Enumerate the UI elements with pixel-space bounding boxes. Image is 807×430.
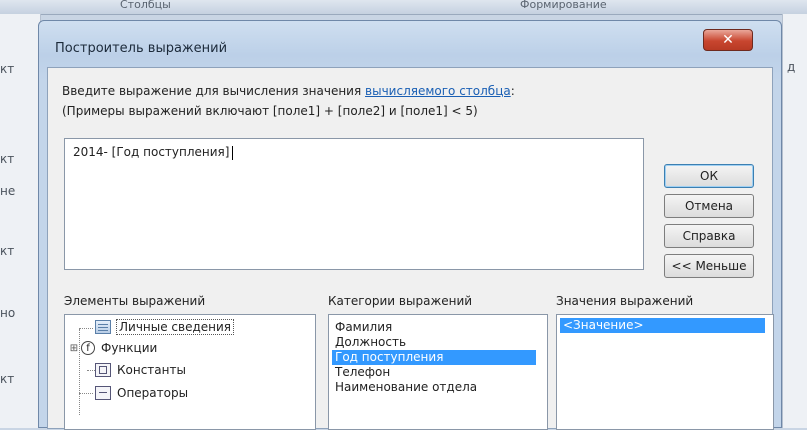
background-side-item: кт bbox=[0, 372, 15, 386]
tree-connector bbox=[79, 328, 93, 329]
categories-list[interactable]: Фамилия Должность Год поступления Телефо… bbox=[328, 314, 548, 430]
elements-tree[interactable]: Личные сведения ⊞ f Функции Константы Оп… bbox=[64, 314, 316, 430]
tree-connector bbox=[79, 393, 93, 394]
background-ribbon: Столбцы Формирование bbox=[0, 0, 807, 15]
tree-item-label: Константы bbox=[117, 363, 186, 377]
form-icon bbox=[95, 320, 111, 334]
close-icon: ✕ bbox=[722, 32, 734, 48]
expression-input[interactable]: 2014- [Год поступления] bbox=[64, 138, 644, 270]
background-left-panel: кт кт не кт но кт bbox=[0, 14, 41, 428]
description-text: Введите выражение для вычисления значени… bbox=[62, 84, 515, 98]
tree-item-constants[interactable]: Константы bbox=[95, 363, 186, 377]
tree-item-label: Операторы bbox=[117, 386, 189, 400]
list-item[interactable]: Наименование отдела bbox=[332, 380, 480, 395]
dialog-client-area: Введите выражение для вычисления значени… bbox=[47, 67, 774, 430]
background-side-item: кт bbox=[0, 62, 15, 76]
constants-icon bbox=[95, 363, 111, 377]
categories-label: Категории выражений bbox=[328, 294, 473, 308]
tree-item-personal-data[interactable]: Личные сведения bbox=[95, 319, 235, 335]
text-caret bbox=[232, 145, 234, 160]
description-prefix: Введите выражение для вычисления значени… bbox=[62, 84, 366, 98]
list-item[interactable]: Фамилия bbox=[332, 320, 395, 335]
tree-item-functions[interactable]: ⊞ f Функции bbox=[69, 341, 157, 355]
function-icon: f bbox=[81, 341, 95, 355]
list-item[interactable]: Телефон bbox=[332, 365, 393, 380]
less-button[interactable]: << Меньше bbox=[664, 254, 754, 278]
background-side-item: но bbox=[0, 306, 16, 320]
tree-item-label: Личные сведения bbox=[115, 319, 235, 335]
background-side-item: кт bbox=[0, 244, 15, 258]
expand-icon[interactable]: ⊞ bbox=[69, 343, 79, 354]
background-side-item: не bbox=[0, 184, 16, 198]
tree-item-label: Функции bbox=[101, 341, 158, 355]
background-tab-columns: Столбцы bbox=[120, 0, 171, 11]
calculated-column-link[interactable]: вычисляемого столбца bbox=[365, 84, 511, 98]
list-item-selected[interactable]: Год поступления bbox=[332, 350, 536, 365]
description-suffix: : bbox=[510, 84, 515, 98]
operators-icon bbox=[95, 386, 111, 400]
background-right-panel: д bbox=[782, 14, 807, 428]
values-list[interactable]: <Значение> bbox=[556, 314, 774, 430]
background-right-text: д bbox=[787, 60, 796, 74]
elements-label: Элементы выражений bbox=[64, 294, 206, 308]
value-item-selected[interactable]: <Значение> bbox=[560, 318, 765, 333]
expression-text: 2014- [Год поступления] bbox=[73, 145, 230, 159]
dialog-title: Построитель выражений bbox=[55, 41, 228, 56]
cancel-button[interactable]: Отмена bbox=[664, 194, 754, 218]
background-side-item: кт bbox=[0, 152, 15, 166]
help-button[interactable]: Справка bbox=[664, 224, 754, 248]
expression-builder-dialog: Построитель выражений ✕ Введите выражени… bbox=[38, 20, 782, 430]
tree-item-operators[interactable]: Операторы bbox=[95, 386, 188, 400]
background-tab-formatting: Формирование bbox=[520, 0, 607, 11]
values-label: Значения выражений bbox=[556, 294, 694, 308]
ok-button[interactable]: ОК bbox=[664, 164, 754, 188]
examples-text: (Примеры выражений включают [поле1] + [п… bbox=[62, 104, 478, 118]
list-item[interactable]: Должность bbox=[332, 335, 409, 350]
close-button[interactable]: ✕ bbox=[703, 29, 753, 51]
tree-connector bbox=[87, 370, 95, 371]
